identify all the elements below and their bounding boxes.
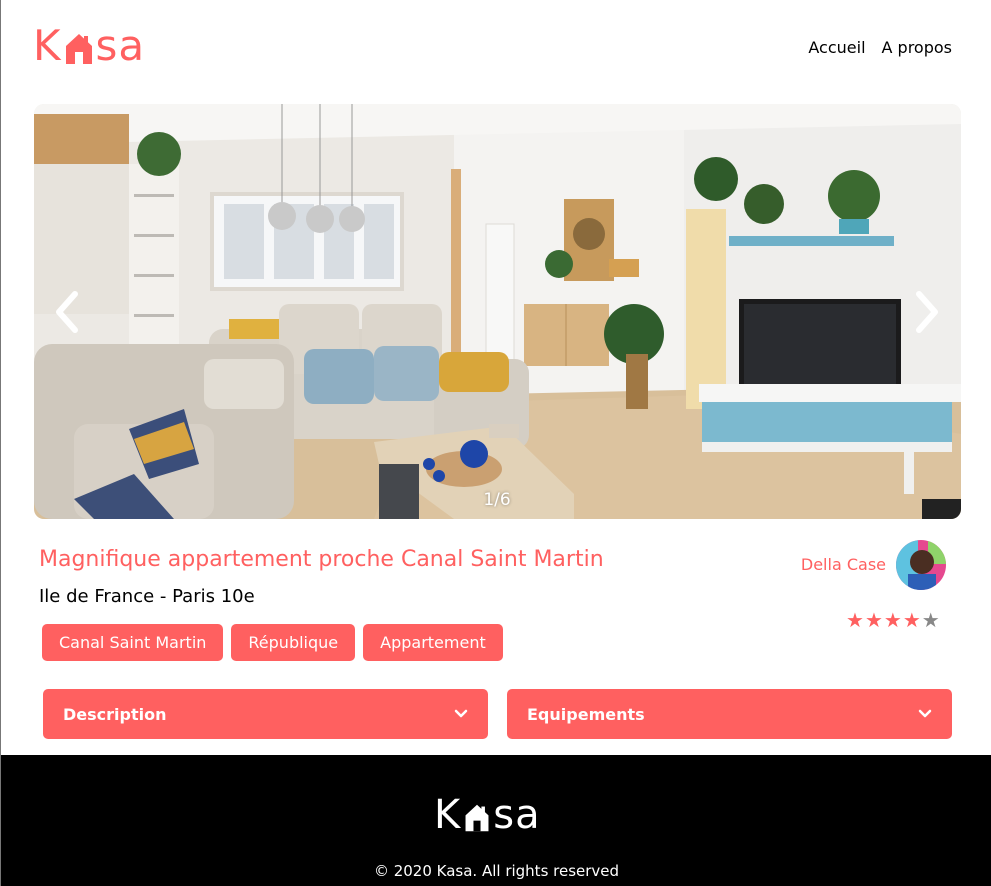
gallery-next-button[interactable]	[905, 288, 945, 336]
listing-title: Magnifique appartement proche Canal Sain…	[39, 547, 604, 572]
copyright-text: © 2020 Kasa. All rights reserved	[373, 862, 620, 880]
equipments-collapse-label: Equipements	[527, 704, 645, 724]
logo-letters-sa: sa	[95, 21, 146, 70]
star-icon: ★	[846, 608, 864, 632]
star-icon: ★	[902, 608, 921, 632]
footer-logo-letter-k: K	[434, 792, 462, 838]
house-icon	[65, 34, 92, 64]
tag-item: République	[231, 624, 356, 661]
kasa-logo[interactable]: K sa	[33, 24, 145, 68]
listing-photo-gallery: 1/6	[34, 104, 961, 519]
tag-item: Canal Saint Martin	[42, 624, 224, 661]
host-name: Della Case	[800, 555, 886, 574]
star-icon: ★	[921, 608, 940, 632]
site-footer: K sa © 2020 Kasa. All rights reserved	[1, 755, 991, 886]
equipments-collapse[interactable]: Equipements	[507, 689, 952, 739]
page: K sa Accueil A propos 1/6 Magnifique app…	[0, 0, 991, 886]
host-avatar	[896, 540, 946, 590]
star-icon: ★	[883, 608, 902, 632]
description-collapse-label: Description	[63, 704, 167, 724]
chevron-right-icon	[916, 291, 938, 333]
chevron-left-icon	[56, 291, 78, 333]
nav-link-home[interactable]: Accueil	[808, 38, 865, 57]
logo-letter-k: K	[33, 21, 62, 70]
host-avatar-image	[896, 540, 946, 590]
listing-location: Ile de France - Paris 10e	[39, 586, 255, 607]
description-collapse[interactable]: Description	[43, 689, 488, 739]
footer-kasa-logo: K sa	[434, 793, 541, 837]
main-nav: Accueil A propos	[808, 38, 952, 57]
listing-tags: Canal Saint Martin République Appartemen…	[42, 624, 503, 661]
apartment-living-room-photo	[34, 104, 961, 519]
gallery-counter: 1/6	[483, 490, 511, 510]
chevron-down-icon	[918, 709, 932, 718]
host-rating: ★ ★ ★ ★ ★	[846, 609, 940, 631]
chevron-down-icon	[454, 709, 468, 718]
footer-logo-letters-sa: sa	[493, 792, 541, 838]
tag-item: Appartement	[363, 624, 503, 661]
star-icon: ★	[864, 608, 883, 632]
house-icon	[465, 804, 489, 832]
gallery-previous-button[interactable]	[49, 288, 89, 336]
nav-link-about[interactable]: A propos	[882, 38, 952, 57]
